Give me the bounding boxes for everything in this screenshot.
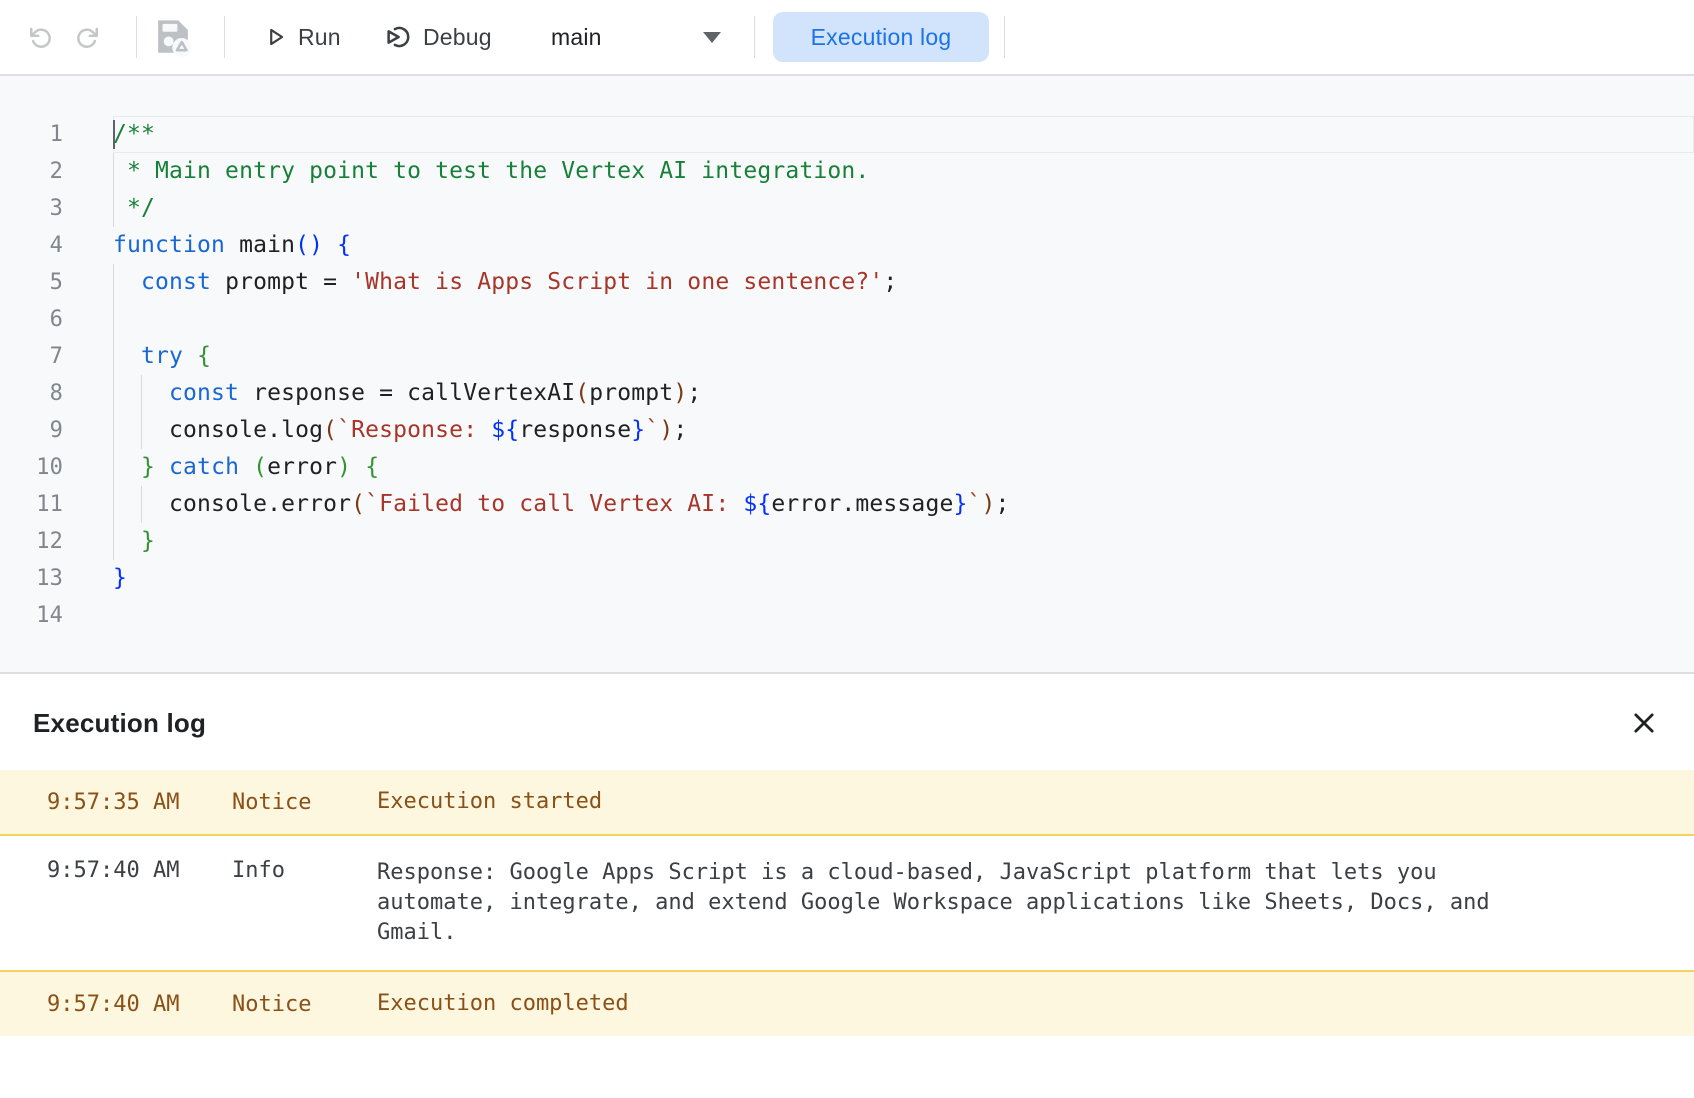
execution-log-panel: Execution log 9:57:35 AMNoticeExecution … bbox=[0, 676, 1694, 1098]
indent-guide bbox=[113, 301, 114, 338]
line-number[interactable]: 3 bbox=[0, 190, 63, 227]
undo-icon bbox=[26, 23, 54, 51]
dropdown-arrow-icon bbox=[703, 32, 721, 43]
code-line-text: function main() { bbox=[113, 227, 351, 264]
line-number[interactable]: 6 bbox=[0, 301, 63, 338]
toolbar-divider bbox=[224, 16, 225, 58]
execution-log-button[interactable]: Execution log bbox=[773, 12, 989, 62]
log-entry-level: Notice bbox=[232, 992, 377, 1017]
save-button[interactable] bbox=[152, 0, 194, 74]
log-entry-message: Execution started bbox=[377, 787, 1529, 817]
log-entry-time: 9:57:40 AM bbox=[47, 992, 232, 1017]
line-number[interactable]: 9 bbox=[0, 412, 63, 449]
redo-icon bbox=[74, 23, 102, 51]
line-number[interactable]: 13 bbox=[0, 560, 63, 597]
code-line-text: * Main entry point to test the Vertex AI… bbox=[113, 153, 869, 190]
line-number[interactable]: 12 bbox=[0, 523, 63, 560]
code-line-text: const prompt = 'What is Apps Script in o… bbox=[113, 264, 897, 301]
code-line[interactable]: 7 try { bbox=[0, 338, 1694, 375]
toolbar-divider bbox=[1004, 16, 1005, 58]
debug-button[interactable]: Debug bbox=[383, 0, 492, 74]
code-line[interactable]: 9 console.log(`Response: ${response}`); bbox=[0, 412, 1694, 449]
code-line[interactable]: 5 const prompt = 'What is Apps Script in… bbox=[0, 264, 1694, 301]
log-entries: 9:57:35 AMNoticeExecution started9:57:40… bbox=[0, 770, 1694, 1036]
toolbar-divider bbox=[754, 16, 755, 58]
toolbar: Run Debug main Execution log bbox=[0, 0, 1694, 76]
code-line-text: try { bbox=[113, 338, 211, 375]
code-line[interactable]: 3 */ bbox=[0, 190, 1694, 227]
code-line[interactable]: 4 function main() { bbox=[0, 227, 1694, 264]
debug-icon bbox=[383, 22, 413, 52]
code-line-text: console.log(`Response: ${response}`); bbox=[113, 412, 687, 449]
function-selector[interactable]: main bbox=[551, 0, 731, 74]
log-entry-level: Info bbox=[232, 858, 377, 883]
code-line-text: } bbox=[113, 560, 127, 597]
save-icon bbox=[152, 14, 194, 60]
code-line-text: /** bbox=[113, 116, 155, 153]
line-number[interactable]: 1 bbox=[0, 116, 63, 153]
undo-button[interactable] bbox=[26, 0, 54, 74]
code-editor[interactable]: 1/**2 * Main entry point to test the Ver… bbox=[0, 76, 1694, 674]
code-line[interactable]: 14 bbox=[0, 597, 1694, 634]
code-line[interactable]: 13} bbox=[0, 560, 1694, 597]
function-selector-value: main bbox=[551, 24, 602, 51]
code-line-text: const response = callVertexAI(prompt); bbox=[113, 375, 701, 412]
log-entry-time: 9:57:40 AM bbox=[47, 858, 232, 883]
apps-script-editor-window: Run Debug main Execution log 1/**2 * Mai… bbox=[0, 0, 1694, 1098]
execution-log-title: Execution log bbox=[33, 708, 206, 739]
debug-button-label: Debug bbox=[423, 24, 492, 51]
line-number[interactable]: 5 bbox=[0, 264, 63, 301]
code-line[interactable]: 10 } catch (error) { bbox=[0, 449, 1694, 486]
code-line[interactable]: 1 /** bbox=[0, 116, 1694, 153]
close-icon bbox=[1630, 709, 1658, 737]
code-line-text: } catch (error) { bbox=[113, 449, 379, 486]
code-line[interactable]: 12 } bbox=[0, 523, 1694, 560]
log-entry-time: 9:57:35 AM bbox=[47, 790, 232, 815]
line-number[interactable]: 11 bbox=[0, 486, 63, 523]
line-number[interactable]: 14 bbox=[0, 597, 63, 634]
code-line-text: */ bbox=[113, 190, 155, 227]
log-entry-message: Execution completed bbox=[377, 989, 1529, 1019]
line-number[interactable]: 2 bbox=[0, 153, 63, 190]
run-button[interactable]: Run bbox=[262, 0, 341, 74]
run-button-label: Run bbox=[298, 24, 341, 51]
log-entry-level: Notice bbox=[232, 790, 377, 815]
log-entry: 9:57:35 AMNoticeExecution started bbox=[0, 770, 1694, 836]
line-number[interactable]: 4 bbox=[0, 227, 63, 264]
line-number[interactable]: 8 bbox=[0, 375, 63, 412]
code-line-text: } bbox=[113, 523, 155, 560]
execution-log-header: Execution log bbox=[0, 676, 1694, 770]
code-lines: 1/**2 * Main entry point to test the Ver… bbox=[0, 116, 1694, 634]
code-line-text: console.error(`Failed to call Vertex AI:… bbox=[113, 486, 1010, 523]
toolbar-divider bbox=[136, 16, 137, 58]
redo-button[interactable] bbox=[74, 0, 102, 74]
code-line[interactable]: 8 const response = callVertexAI(prompt); bbox=[0, 375, 1694, 412]
code-line[interactable]: 11 console.error(`Failed to call Vertex … bbox=[0, 486, 1694, 523]
code-line[interactable]: 6 bbox=[0, 301, 1694, 338]
line-number[interactable]: 7 bbox=[0, 338, 63, 375]
log-entry: 9:57:40 AMInfoResponse: Google Apps Scri… bbox=[0, 836, 1694, 970]
log-entry-message: Response: Google Apps Script is a cloud-… bbox=[377, 858, 1529, 948]
current-line-highlight bbox=[113, 116, 1694, 153]
close-button[interactable] bbox=[1624, 703, 1664, 743]
code-line[interactable]: 2 * Main entry point to test the Vertex … bbox=[0, 153, 1694, 190]
execution-log-button-label: Execution log bbox=[811, 24, 952, 51]
line-number[interactable]: 10 bbox=[0, 449, 63, 486]
run-icon bbox=[262, 24, 288, 50]
log-entry: 9:57:40 AMNoticeExecution completed bbox=[0, 970, 1694, 1036]
